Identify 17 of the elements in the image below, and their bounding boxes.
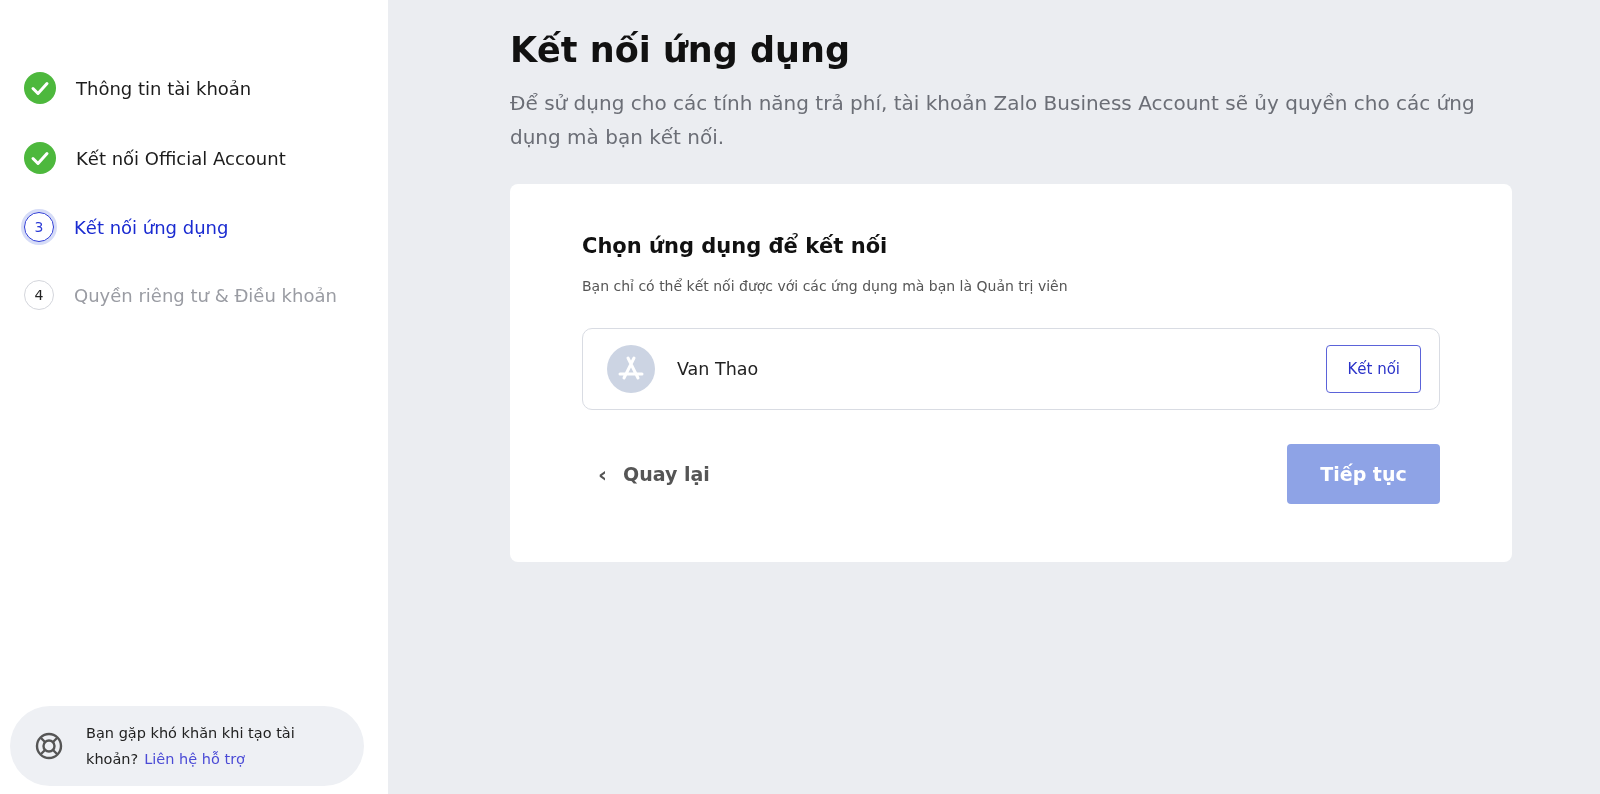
step-label[interactable]: Kết nối ứng dụng: [74, 216, 229, 238]
support-link[interactable]: Liên hệ hỗ trợ: [144, 751, 245, 767]
page-title: Kết nối ứng dụng: [510, 30, 851, 70]
app-store-icon: [607, 345, 655, 393]
card-title: Chọn ứng dụng để kết nối: [582, 234, 889, 258]
lifebuoy-icon: [34, 731, 64, 761]
app-name: Van Thao: [677, 359, 760, 379]
step-label[interactable]: Thông tin tài khoản: [76, 77, 252, 99]
page-description: Để sử dụng cho các tính năng trả phí, tài khoản Zalo Business Account sẽ ủy quyền cho các ứng dụng mà bạn kết nối.: [510, 90, 1476, 151]
back-button[interactable]: ‹ Quay lại: [582, 461, 710, 487]
check-circle-icon: [24, 142, 56, 174]
connect-button[interactable]: Kết nối: [1326, 345, 1421, 393]
card-subtitle: Bạn chỉ có thể kết nối được với các ứng dụng mà bạn là Quản trị viên: [582, 278, 1069, 294]
help-text: Bạn gặp khó khăn khi tạo tài khoản? Liên hệ hỗ trợ: [86, 724, 296, 769]
step-number: 3: [24, 212, 54, 242]
step-label[interactable]: Kết nối Official Account: [76, 147, 286, 169]
check-circle-icon: [24, 72, 56, 104]
